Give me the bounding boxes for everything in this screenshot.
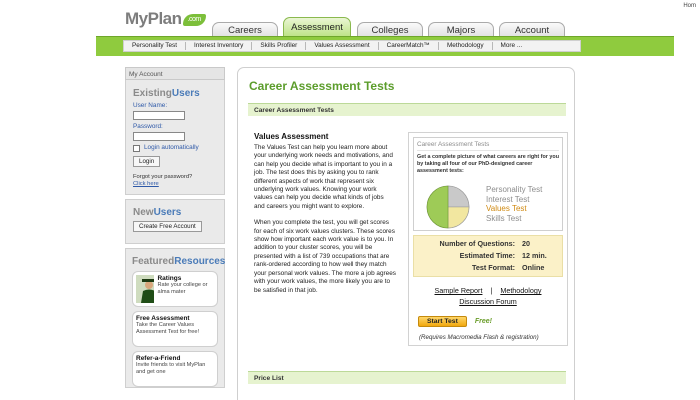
sub-navigation: Personality Test Interest Inventory Skil… bbox=[123, 40, 581, 52]
featured-refer-a-friend[interactable]: Refer-a-Friend Invite friends to visit M… bbox=[132, 351, 218, 387]
methodology-link[interactable]: Methodology bbox=[500, 286, 541, 295]
graduate-photo-icon bbox=[136, 275, 155, 303]
test-values[interactable]: Values Test bbox=[486, 204, 542, 214]
tests-pie-chart-icon bbox=[426, 185, 470, 229]
forgot-password-text: Forgot your password? bbox=[133, 174, 193, 180]
create-account-button[interactable]: Create Free Account bbox=[133, 221, 202, 232]
start-test-row: Start Test Free! bbox=[413, 316, 563, 327]
description-paragraph-2: When you complete the test, you will get… bbox=[254, 219, 396, 294]
values-assessment-heading: Values Assessment bbox=[254, 132, 329, 141]
featured-refer-title: Refer-a-Friend bbox=[136, 355, 181, 362]
panel-blurb: Get a complete picture of what careers a… bbox=[417, 154, 559, 174]
featured-free-assessment-text: Take the Career Values Assessment Test f… bbox=[136, 322, 200, 335]
stat-format-value: Online bbox=[522, 263, 545, 272]
panel-header: Career Assessment Tests bbox=[417, 141, 559, 151]
subnav-values-assessment[interactable]: Values Assessment bbox=[306, 42, 379, 50]
subnav-personality-test[interactable]: Personality Test bbox=[124, 42, 186, 50]
assessment-panel: Career Assessment Tests Get a complete p… bbox=[408, 132, 568, 346]
login-auto-checkbox[interactable] bbox=[133, 144, 140, 152]
subnav-interest-inventory[interactable]: Interest Inventory bbox=[186, 42, 253, 50]
featured-free-assessment-title: Free Assessment bbox=[136, 315, 190, 322]
existing-users-title: ExistingUsers bbox=[133, 88, 200, 99]
login-auto-row: Login automatically bbox=[133, 144, 217, 152]
my-account-header: My Account bbox=[125, 67, 225, 80]
test-stats: Number of Questions: 20 Estimated Time: … bbox=[413, 235, 563, 277]
featured-free-assessment[interactable]: Free Assessment Take the Career Values A… bbox=[132, 311, 218, 347]
discussion-forum-link[interactable]: Discussion Forum bbox=[459, 297, 517, 306]
subnav-methodology[interactable]: Methodology bbox=[439, 42, 493, 50]
featured-ratings-title: Ratings bbox=[157, 275, 182, 282]
existing-users-box: ExistingUsers User Name: Password: Login… bbox=[125, 80, 225, 195]
subnav-careermatch[interactable]: CareerMatch™ bbox=[379, 42, 439, 50]
section-bar-assessment-tests: Career Assessment Tests bbox=[248, 103, 566, 116]
featured-ratings-text: Rate your college or alma mater bbox=[157, 282, 208, 295]
values-assessment-description: The Values Test can help you learn more … bbox=[254, 144, 396, 303]
subnav-skills-profiler[interactable]: Skills Profiler bbox=[252, 42, 307, 50]
requirements-note: (Requires Macromedia Flash & registratio… bbox=[419, 334, 539, 341]
forgot-password-link[interactable]: Click here bbox=[133, 181, 159, 187]
link-separator: | bbox=[490, 286, 493, 295]
page-title: Career Assessment Tests bbox=[249, 79, 395, 93]
description-paragraph-1: The Values Test can help you learn more … bbox=[254, 144, 393, 210]
stat-questions: Number of Questions: 20 bbox=[439, 239, 530, 248]
login-button[interactable]: Login bbox=[133, 156, 161, 167]
password-input[interactable] bbox=[133, 132, 185, 141]
home-link[interactable]: Hom bbox=[683, 3, 696, 9]
start-test-button[interactable]: Start Test bbox=[418, 316, 467, 327]
featured-resources-title: FeaturedResources bbox=[132, 256, 226, 267]
login-auto-label: Login automatically bbox=[144, 144, 199, 151]
logo-leaf-badge: .com bbox=[182, 14, 206, 26]
section-bar-price-list: Price List bbox=[248, 371, 566, 384]
featured-ratings[interactable]: Ratings Rate your college or alma mater bbox=[132, 271, 218, 307]
featured-refer-text: Invite friends to visit MyPlan and get o… bbox=[136, 362, 206, 375]
username-input[interactable] bbox=[133, 111, 185, 120]
logo-text: MyPlan bbox=[125, 9, 182, 28]
username-label: User Name: bbox=[133, 102, 168, 109]
sample-report-link[interactable]: Sample Report bbox=[435, 286, 483, 295]
assessment-tests-box: Career Assessment Tests Get a complete p… bbox=[413, 137, 563, 231]
stat-time-value: 12 min. bbox=[522, 251, 547, 260]
tests-list: Personality Test Interest Test Values Te… bbox=[486, 185, 542, 223]
new-users-title: NewUsers bbox=[133, 207, 182, 218]
main-content: Career Assessment Tests Career Assessmen… bbox=[237, 67, 575, 400]
panel-links: Sample Report | Methodology Discussion F… bbox=[413, 285, 563, 307]
new-users-box: NewUsers Create Free Account bbox=[125, 199, 225, 244]
stat-format: Test Format: Online bbox=[472, 263, 545, 272]
test-interest[interactable]: Interest Test bbox=[486, 195, 542, 205]
myplan-logo[interactable]: MyPlan .com bbox=[125, 9, 206, 29]
stat-questions-value: 20 bbox=[522, 239, 530, 248]
subnav-more[interactable]: More ... bbox=[493, 42, 531, 50]
stat-time: Estimated Time: 12 min. bbox=[459, 251, 547, 260]
sidebar: My Account ExistingUsers User Name: Pass… bbox=[125, 67, 225, 388]
password-label: Password: bbox=[133, 123, 163, 130]
free-label: Free! bbox=[474, 318, 492, 325]
featured-resources-box: FeaturedResources Ratings Rate your coll… bbox=[125, 248, 225, 388]
forgot-password: Forgot your password? Click here bbox=[133, 174, 217, 188]
test-skills[interactable]: Skills Test bbox=[486, 214, 542, 224]
test-personality[interactable]: Personality Test bbox=[486, 185, 542, 195]
